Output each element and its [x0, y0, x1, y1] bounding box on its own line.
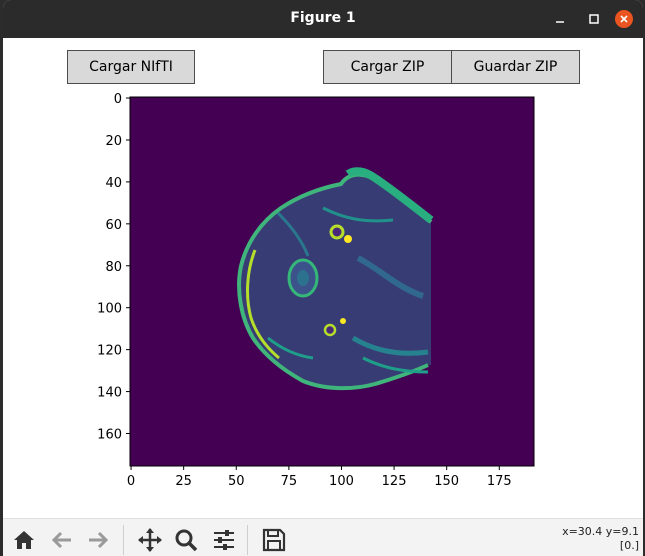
window-title: Figure 1 — [290, 10, 356, 26]
y-tick-label: 100 — [97, 302, 122, 317]
toolbar-separator — [247, 525, 248, 555]
forward-arrow-icon — [89, 531, 109, 549]
close-icon — [620, 15, 628, 23]
home-button[interactable] — [11, 527, 37, 553]
x-tick-label: 150 — [434, 474, 459, 489]
navigation-toolbar: x=30.4 y=9.1 [0.] — [3, 518, 643, 556]
y-tick-label: 140 — [97, 386, 122, 401]
y-tick-label: 60 — [105, 218, 122, 233]
pan-button[interactable] — [137, 527, 163, 553]
save-figure-button[interactable] — [261, 527, 287, 553]
home-icon — [14, 531, 34, 549]
y-tick-label: 40 — [105, 176, 122, 191]
title-bar: Figure 1 — [3, 0, 643, 38]
x-axis: 0 25 50 75 100 125 150 175 — [127, 466, 512, 489]
toolbar-separator — [123, 525, 124, 555]
coord-value: [0.] — [619, 539, 639, 552]
save-icon — [262, 528, 286, 552]
y-axis: 0 20 40 60 80 100 120 140 160 — [97, 92, 130, 443]
maximize-icon — [589, 14, 599, 24]
close-button[interactable] — [615, 10, 633, 28]
forward-button[interactable] — [85, 527, 111, 553]
x-tick-label: 175 — [487, 474, 512, 489]
y-tick-label: 160 — [97, 428, 122, 443]
close-icon-bg — [615, 10, 633, 28]
x-tick-label: 25 — [175, 474, 192, 489]
cursor-coordinates: x=30.4 y=9.1 [0.] — [562, 525, 639, 553]
y-tick-label: 0 — [114, 92, 122, 107]
y-tick-label: 80 — [105, 260, 122, 275]
y-tick-label: 20 — [105, 134, 122, 149]
zoom-button[interactable] — [173, 527, 199, 553]
figure-window: Figure 1 Cargar NIfTI Cargar ZIP Guardar… — [3, 0, 643, 556]
minimize-button[interactable] — [551, 10, 569, 28]
coord-xy: x=30.4 y=9.1 — [562, 525, 639, 538]
zoom-icon — [175, 529, 198, 552]
back-button[interactable] — [49, 527, 75, 553]
pan-icon — [138, 528, 162, 552]
image-axes[interactable]: 0 25 50 75 100 125 150 175 0 20 40 60 80 100 120 140 16… — [3, 38, 643, 518]
x-tick-label: 125 — [382, 474, 407, 489]
configure-subplots-button[interactable] — [211, 527, 237, 553]
figure-canvas[interactable]: Cargar NIfTI Cargar ZIP Guardar ZIP 0 25… — [3, 38, 643, 518]
back-arrow-icon — [51, 531, 71, 549]
x-tick-label: 100 — [329, 474, 354, 489]
y-tick-label: 120 — [97, 344, 122, 359]
configure-subplots-icon — [214, 530, 234, 550]
x-tick-label: 75 — [281, 474, 298, 489]
x-tick-label: 50 — [228, 474, 245, 489]
minimize-icon — [556, 21, 564, 23]
maximize-button[interactable] — [585, 10, 603, 28]
x-tick-label: 0 — [127, 474, 135, 489]
